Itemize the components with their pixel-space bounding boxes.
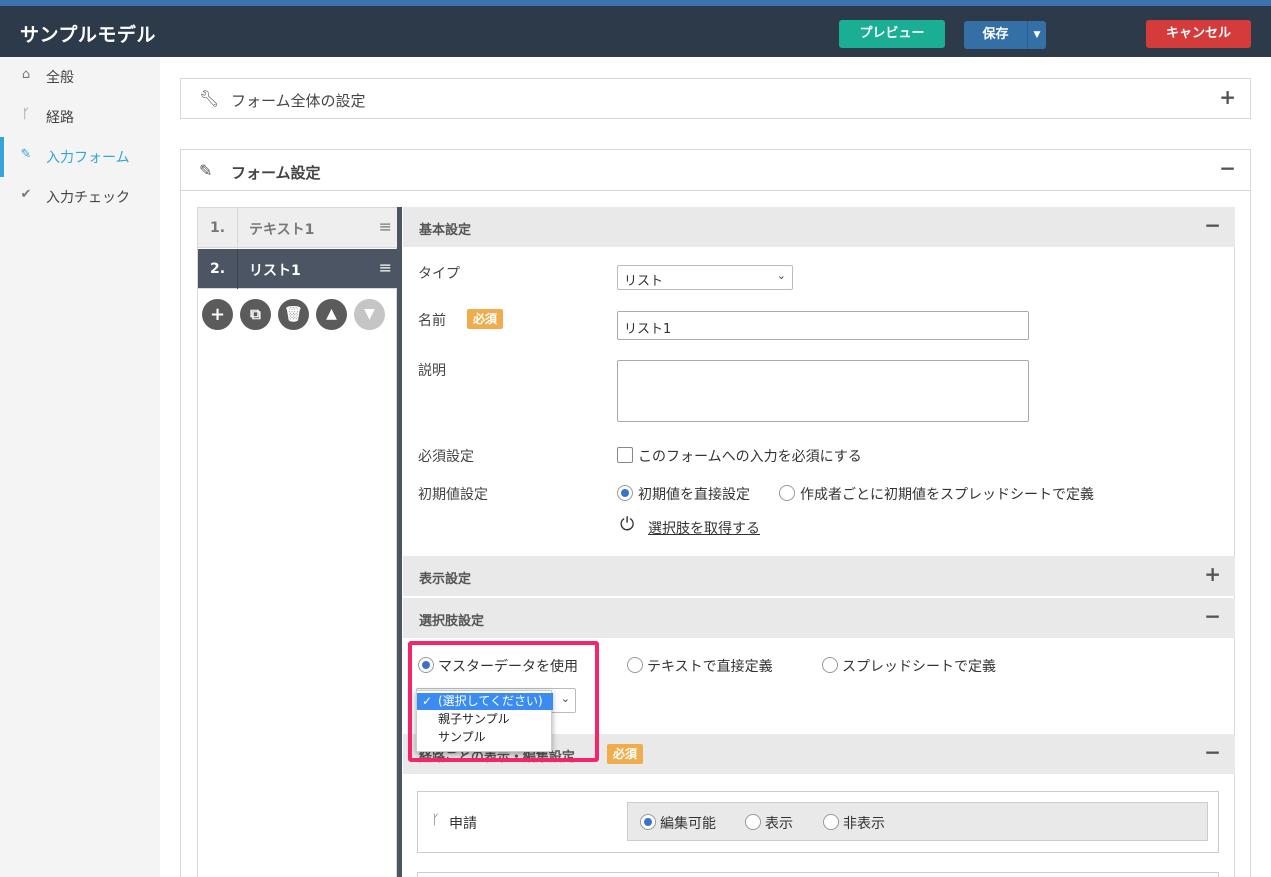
required-setting-label: 必須設定 [418,449,474,465]
sidebar-item-label: 全般 [46,70,74,86]
description-field[interactable] [617,360,1029,422]
expand-icon[interactable]: + [1204,562,1221,586]
list-item[interactable]: 1. テキスト1 ≡ [198,208,398,248]
home-icon: ⌂ [21,67,31,82]
drag-handle-icon[interactable]: ≡ [379,217,392,236]
sidebar: ⌂ 全般 ᚴ 経路 ✎ 入力フォーム ✔ 入力チェック [0,57,160,877]
section-title: 基本設定 [419,223,472,238]
move-down-icon[interactable]: ▼ [354,299,385,330]
sidebar-item-label: 入力チェック [46,190,130,206]
move-up-icon[interactable]: ▲ [316,299,347,330]
panel-title: フォーム全体の設定 [231,92,366,110]
pencil-icon: ✎ [20,147,32,162]
initial-value-label: 初期値設定 [418,487,488,503]
list-item[interactable]: 2. リスト1 ≡ [198,249,398,289]
sheet-define-label[interactable]: スプレッドシートで定義 [842,656,996,676]
add-icon[interactable]: + [202,299,233,330]
choice-settings-header[interactable]: 選択肢設定 − [403,598,1235,638]
save-button[interactable]: 保存 ▼ [964,21,1046,49]
check-icon: ✔ [20,187,32,202]
collapse-icon[interactable]: − [1219,156,1236,180]
description-label: 説明 [418,363,446,379]
editable-label[interactable]: 編集可能 [660,813,716,833]
pencil-icon: ✎ [199,161,213,180]
hide-radio[interactable] [823,814,839,830]
editable-radio[interactable] [640,814,656,830]
caret-down-icon[interactable]: ▼ [1027,21,1046,49]
required-checkbox-label[interactable]: このフォームへの入力を必須にする [638,446,862,466]
basic-settings-header[interactable]: 基本設定 − [403,207,1235,247]
chevron-down-icon: ⌄ [776,269,786,282]
section-title: 選択肢設定 [419,614,485,629]
collapse-icon[interactable]: − [1204,604,1221,628]
drag-handle-icon[interactable]: ≡ [379,258,392,277]
app-title: サンプルモデル [20,24,156,46]
expand-icon[interactable]: + [1219,85,1236,109]
sidebar-item-label: 入力フォーム [46,150,130,166]
sidebar-item-route[interactable]: ᚴ 経路 [0,97,160,137]
preview-button[interactable]: プレビュー [839,20,945,48]
wrench-icon: 🔧︎ [199,89,220,108]
initial-sheet-label[interactable]: 作成者ごとに初期値をスプレッドシートで定義 [800,484,1094,504]
question-number: 1. [198,208,238,248]
branch-icon: ᚴ [22,107,30,122]
display-settings-header[interactable]: 表示設定 + [403,556,1235,596]
annotation-highlight-box [408,641,599,762]
cancel-button[interactable]: キャンセル [1146,20,1251,48]
text-define-radio[interactable] [627,657,643,673]
collapse-icon[interactable]: − [1204,213,1221,237]
save-button-label[interactable]: 保存 [964,21,1027,49]
collapse-icon[interactable]: − [1204,740,1221,764]
type-select-value: リスト [624,274,664,289]
show-label[interactable]: 表示 [765,813,793,833]
global-settings-panel[interactable]: 🔧︎ フォーム全体の設定 + [180,78,1251,119]
divider [181,190,1250,191]
question-label: リスト1 [249,263,301,279]
route-row [417,872,1219,877]
sidebar-item-input-form[interactable]: ✎ 入力フォーム [0,137,160,177]
question-number: 2. [198,249,238,289]
required-badge: 必須 [607,744,644,764]
sidebar-item-input-check[interactable]: ✔ 入力チェック [0,177,160,217]
branch-icon: ᚴ [432,813,440,828]
initial-sheet-radio[interactable] [779,485,795,501]
name-label: 名前 [418,313,446,329]
sheet-define-radio[interactable] [822,657,838,673]
required-checkbox[interactable] [617,447,633,463]
fetch-choices-link[interactable]: 選択肢を取得する [648,518,760,538]
show-radio[interactable] [745,814,761,830]
hide-label[interactable]: 非表示 [843,813,885,833]
name-field[interactable]: リスト1 [617,311,1029,340]
pane-divider [397,207,402,877]
sidebar-item-label: 経路 [46,110,74,126]
app-header: サンプルモデル プレビュー 保存 ▼ キャンセル [0,6,1271,57]
section-title: 表示設定 [419,572,472,587]
route-step-label: 申請 [449,816,477,832]
question-label: テキスト1 [249,222,315,238]
sidebar-item-general[interactable]: ⌂ 全般 [0,57,160,97]
copy-icon[interactable]: ⧉ [240,299,271,330]
power-icon[interactable]: ⏻ [620,514,634,535]
type-label: タイプ [418,266,460,282]
type-select[interactable]: リスト ⌄ [617,265,793,290]
trash-icon[interactable]: 🗑︎ [278,299,309,330]
panel-title: フォーム設定 [231,164,321,182]
detail-pane [403,207,1235,877]
required-badge: 必須 [467,309,504,329]
text-define-label[interactable]: テキストで直接定義 [647,656,773,676]
route-options: 編集可能 表示 非表示 [627,802,1208,841]
initial-direct-radio[interactable] [617,485,633,501]
initial-direct-label[interactable]: 初期値を直接設定 [638,484,750,504]
